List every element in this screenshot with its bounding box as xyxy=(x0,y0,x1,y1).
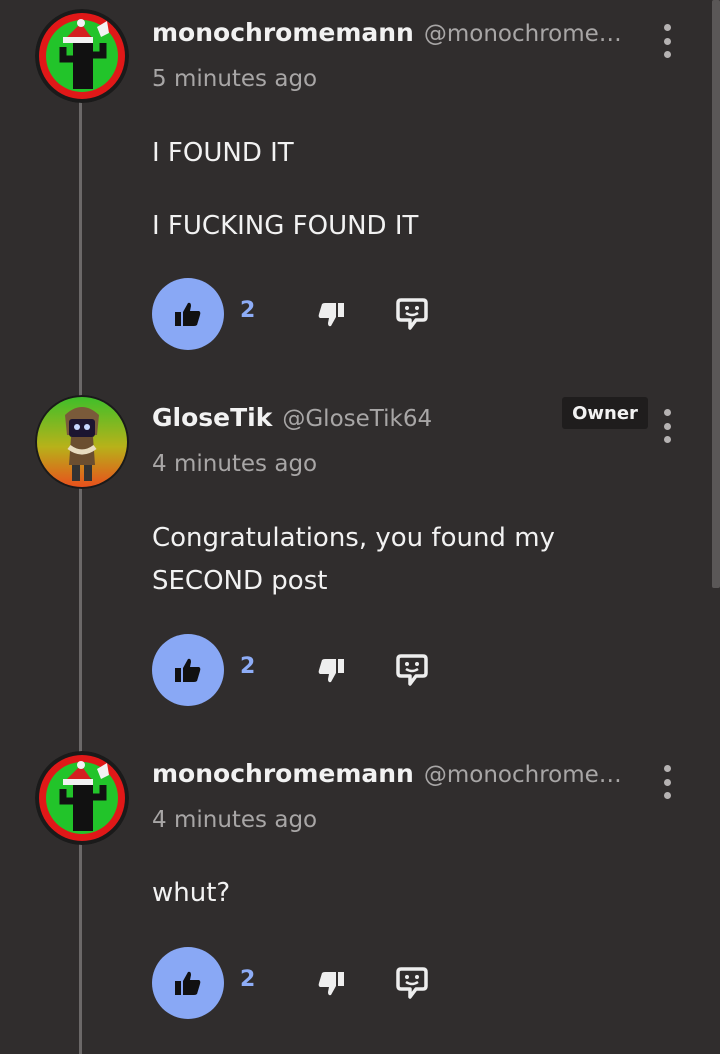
more-vertical-icon-dot xyxy=(663,37,671,45)
reply-button[interactable] xyxy=(395,296,429,332)
more-vertical-icon-dot xyxy=(663,436,671,443)
dislike-button[interactable] xyxy=(316,656,346,686)
like-count: 2 xyxy=(240,967,256,992)
comment-item: monochromemann @monochrome… 5 minutes ag… xyxy=(0,0,720,380)
avatar[interactable] xyxy=(35,751,129,845)
comment-header: monochromemann @monochrome… xyxy=(152,759,622,799)
more-vertical-icon-dot xyxy=(663,422,671,430)
comment-body: whut? xyxy=(152,872,632,915)
thumbs-down-icon xyxy=(318,659,344,683)
comment-text-line: whut? xyxy=(152,878,231,908)
hooded-character-avatar xyxy=(35,395,129,489)
thumbs-down-icon xyxy=(318,303,344,327)
owner-badge: Owner xyxy=(562,397,648,429)
thumbs-up-icon xyxy=(175,658,201,682)
like-button[interactable] xyxy=(152,947,224,1019)
more-vertical-icon xyxy=(663,24,671,31)
reply-button[interactable] xyxy=(395,652,429,688)
thumbs-up-icon xyxy=(175,971,201,995)
comment-actions: 2 xyxy=(152,278,452,350)
comment-header: GloseTik @GloseTik64 xyxy=(152,403,432,443)
comment-item: monochromemann @monochrome… 4 minutes ag… xyxy=(0,741,720,1054)
more-vertical-icon-dot xyxy=(663,792,671,799)
comment-timestamp: 4 minutes ago xyxy=(152,807,318,833)
like-button[interactable] xyxy=(152,634,224,706)
cactus-santa-hat-avatar xyxy=(35,751,129,845)
author-handle[interactable]: @monochrome… xyxy=(424,21,622,47)
comment-body: Congratulations, you found my SECOND pos… xyxy=(152,517,592,603)
avatar[interactable] xyxy=(35,395,129,489)
reply-button[interactable] xyxy=(395,965,429,1001)
comment-timestamp: 4 minutes ago xyxy=(152,451,318,477)
cactus-santa-hat-avatar xyxy=(35,9,129,103)
comment-text-line: I FUCKING FOUND IT xyxy=(152,211,419,241)
like-count: 2 xyxy=(240,654,256,679)
more-options-button[interactable] xyxy=(656,24,678,58)
comment-header: monochromemann @monochrome… xyxy=(152,18,622,58)
more-vertical-icon-dot xyxy=(663,51,671,58)
author-name[interactable]: monochromemann xyxy=(152,759,414,788)
author-name[interactable]: monochromemann xyxy=(152,18,414,47)
more-vertical-icon xyxy=(663,765,671,772)
comment-actions: 2 xyxy=(152,947,452,1019)
more-vertical-icon xyxy=(663,409,671,416)
comment-text-line: Congratulations, you found my SECOND pos… xyxy=(152,523,555,596)
comment-thread: monochromemann @monochrome… 5 minutes ag… xyxy=(0,0,720,1054)
thumbs-up-icon xyxy=(175,302,201,326)
reply-speech-icon xyxy=(396,654,428,686)
dislike-button[interactable] xyxy=(316,300,346,330)
comment-text-line: I FOUND IT xyxy=(152,138,294,168)
dislike-button[interactable] xyxy=(316,969,346,999)
thumbs-down-icon xyxy=(318,972,344,996)
author-handle[interactable]: @GloseTik64 xyxy=(282,406,432,432)
like-count: 2 xyxy=(240,298,256,323)
comment-actions: 2 xyxy=(152,634,452,706)
comment-timestamp: 5 minutes ago xyxy=(152,66,318,92)
reply-speech-icon xyxy=(396,967,428,999)
reply-speech-icon xyxy=(396,298,428,330)
comment-body: I FOUND IT I FUCKING FOUND IT xyxy=(152,132,632,248)
author-name[interactable]: GloseTik xyxy=(152,403,272,432)
more-options-button[interactable] xyxy=(656,765,678,799)
author-handle[interactable]: @monochrome… xyxy=(424,762,622,788)
more-options-button[interactable] xyxy=(656,409,678,443)
more-vertical-icon-dot xyxy=(663,778,671,786)
avatar[interactable] xyxy=(35,9,129,103)
comment-item: GloseTik @GloseTik64 Owner 4 minutes ago… xyxy=(0,385,720,745)
like-button[interactable] xyxy=(152,278,224,350)
